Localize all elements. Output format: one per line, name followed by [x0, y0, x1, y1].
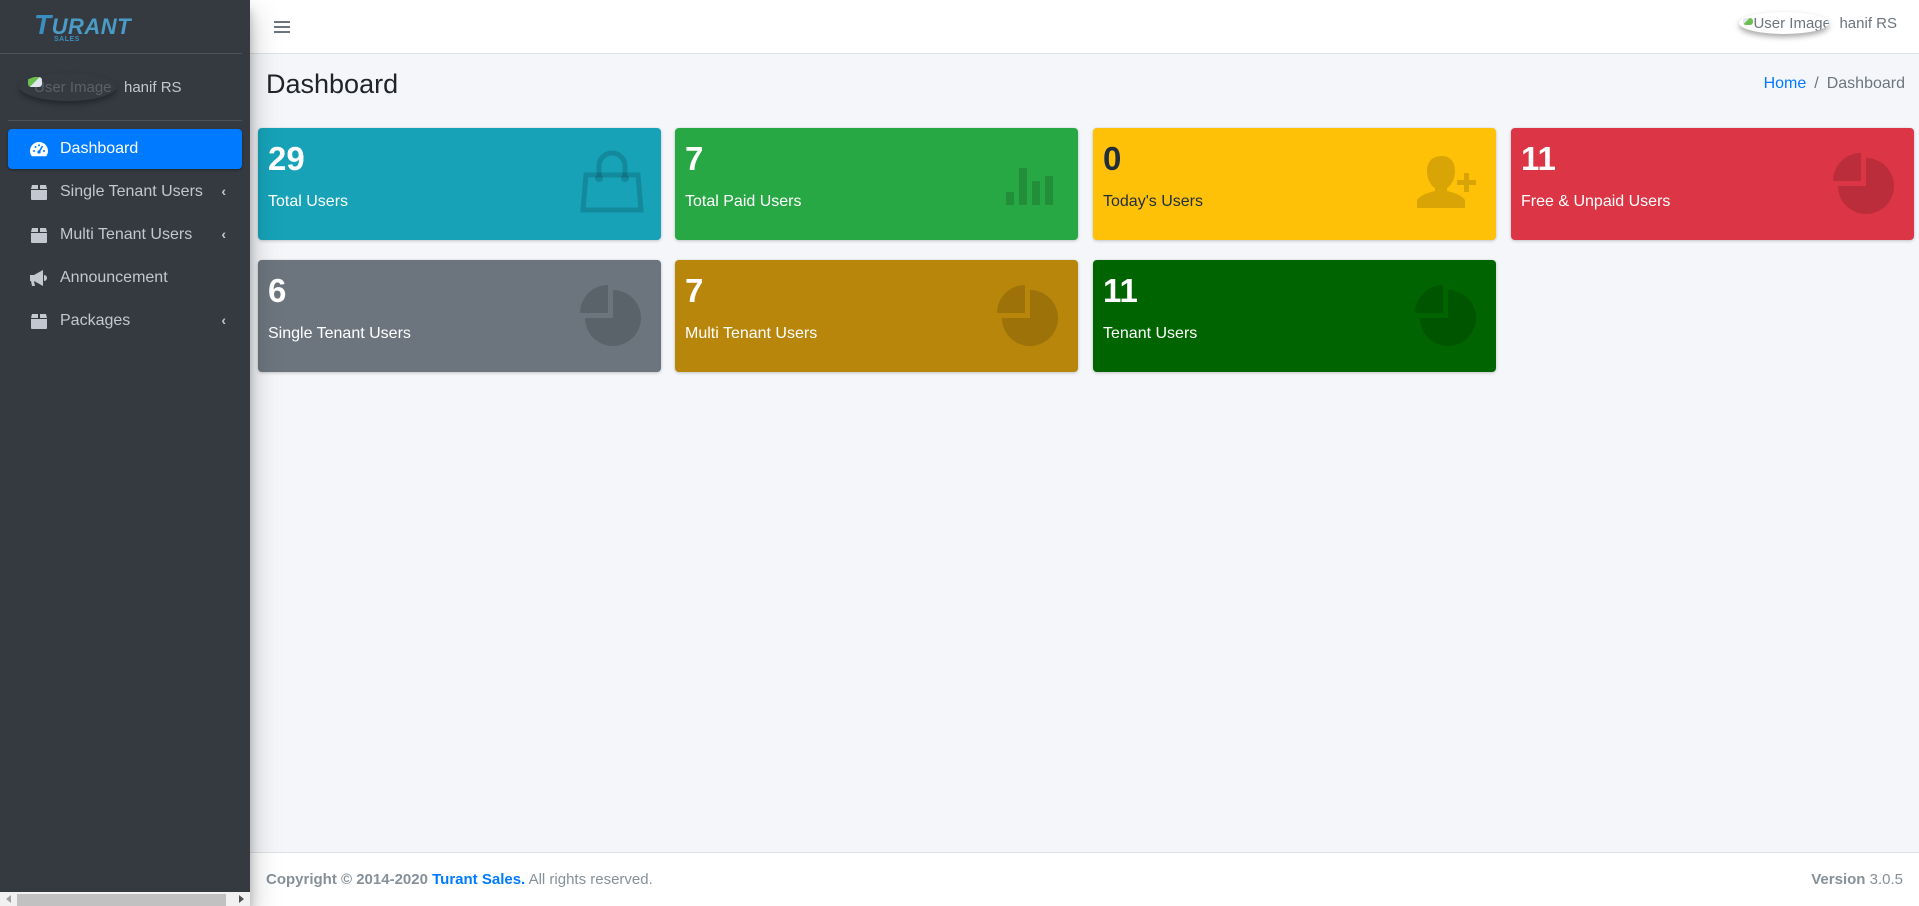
broken-image-icon	[1743, 18, 1754, 25]
stat-value: 7	[685, 140, 704, 177]
stat-card-multi-tenant-users[interactable]: 7 Multi Tenant Users	[675, 260, 1078, 372]
user-name-link[interactable]: hanif RS	[124, 79, 182, 96]
broken-image-icon	[28, 77, 42, 87]
stat-label: Total Paid Users	[685, 193, 802, 210]
bar-chart-icon	[1006, 168, 1053, 205]
copyright-suffix: All rights reserved.	[528, 871, 653, 888]
header-avatar[interactable]: User Image	[1739, 12, 1830, 34]
sidebar: TURANT SALES User Image hanif RS Dashboa…	[0, 0, 250, 906]
sidebar-item-label: Dashboard	[60, 140, 139, 157]
top-navbar: User Image hanif RS	[250, 0, 1919, 54]
sidebar-item-dashboard[interactable]: Dashboard	[8, 129, 242, 169]
avatar[interactable]: User Image	[20, 73, 116, 101]
scrollbar-thumb[interactable]	[17, 894, 226, 906]
brand-sub: SALES	[54, 35, 80, 43]
sidebar-item-single-tenant-users[interactable]: Single Tenant Users ‹	[8, 172, 242, 212]
chevron-left-icon: ‹	[221, 312, 226, 328]
stat-value: 29	[268, 140, 305, 177]
copyright-prefix: Copyright © 2014-2020	[266, 871, 428, 888]
box-icon	[28, 226, 50, 244]
copyright: Copyright © 2014-2020 Turant Sales. All …	[266, 871, 653, 888]
stat-card-free-unpaid-users[interactable]: 11 Free & Unpaid Users	[1511, 128, 1914, 240]
pie-chart-icon	[580, 285, 641, 346]
stat-card-todays-users[interactable]: 0 Today's Users	[1093, 128, 1496, 240]
pie-chart-icon	[1833, 153, 1894, 214]
user-panel: User Image hanif RS	[8, 54, 242, 121]
breadcrumb: Home / Dashboard	[1764, 75, 1905, 93]
sidebar-item-label: Packages	[60, 312, 131, 329]
stat-value: 6	[268, 272, 287, 309]
shopping-bag-icon	[580, 150, 644, 213]
pie-chart-icon	[1415, 285, 1476, 346]
sidebar-item-label: Announcement	[60, 269, 168, 286]
user-menu[interactable]: User Image hanif RS	[1739, 12, 1897, 34]
stat-label: Today's Users	[1103, 193, 1203, 210]
stat-label: Tenant Users	[1103, 325, 1198, 342]
brand-logo: TURANT SALES	[34, 8, 131, 43]
brand-link[interactable]: TURANT SALES	[0, 0, 242, 54]
stat-card-tenant-users[interactable]: 11 Tenant Users	[1093, 260, 1496, 372]
brand-logo-mark: T	[34, 8, 52, 40]
stat-card-total-users[interactable]: 29 Total Users	[258, 128, 661, 240]
sidebar-item-multi-tenant-users[interactable]: Multi Tenant Users ‹	[8, 215, 242, 255]
avatar-alt-text: User Image	[34, 78, 112, 96]
version-info: Version 3.0.5	[1811, 871, 1903, 888]
stat-label: Single Tenant Users	[268, 325, 411, 342]
breadcrumb-current: Dashboard	[1826, 75, 1905, 92]
tachometer-icon	[28, 140, 50, 158]
menu-toggle-icon[interactable]	[274, 20, 290, 34]
sidebar-horizontal-scrollbar[interactable]	[0, 892, 250, 906]
pie-chart-icon	[997, 285, 1058, 346]
stat-value: 11	[1103, 272, 1138, 309]
footer: Copyright © 2014-2020 Turant Sales. All …	[250, 852, 1919, 906]
avatar-alt-text: User Image	[1753, 14, 1830, 32]
stat-label: Total Users	[268, 193, 349, 210]
stat-label: Free & Unpaid Users	[1521, 193, 1671, 210]
stat-value: 0	[1103, 140, 1122, 177]
breadcrumb-separator: /	[1814, 75, 1819, 92]
footer-brand-link[interactable]: Turant Sales.	[432, 871, 525, 888]
box-icon	[28, 183, 50, 201]
box-icon	[28, 312, 50, 330]
page-title: Dashboard	[266, 69, 399, 99]
bullhorn-icon	[28, 269, 50, 287]
breadcrumb-home-link[interactable]: Home	[1764, 75, 1807, 93]
chevron-left-icon: ‹	[221, 183, 226, 199]
header-user-name[interactable]: hanif RS	[1839, 15, 1897, 32]
stat-value: 7	[685, 272, 704, 309]
version-value: 3.0.5	[1869, 871, 1903, 888]
stat-label: Multi Tenant Users	[685, 325, 818, 342]
sidebar-item-packages[interactable]: Packages ‹	[8, 301, 242, 341]
version-label: Version	[1811, 871, 1866, 888]
sidebar-nav: Dashboard Single Tenant Users ‹ Multi Te…	[0, 121, 250, 352]
sidebar-item-label: Multi Tenant Users	[60, 226, 193, 243]
scroll-left-arrow-icon[interactable]	[6, 895, 11, 903]
stat-card-total-paid-users[interactable]: 7 Total Paid Users	[675, 128, 1078, 240]
stat-card-single-tenant-users[interactable]: 6 Single Tenant Users	[258, 260, 661, 372]
scroll-right-arrow-icon[interactable]	[239, 895, 244, 903]
sidebar-item-label: Single Tenant Users	[60, 183, 203, 200]
stat-value: 11	[1521, 140, 1556, 177]
sidebar-item-announcement[interactable]: Announcement	[8, 258, 242, 298]
user-plus-icon	[1417, 156, 1476, 208]
chevron-left-icon: ‹	[221, 226, 226, 242]
